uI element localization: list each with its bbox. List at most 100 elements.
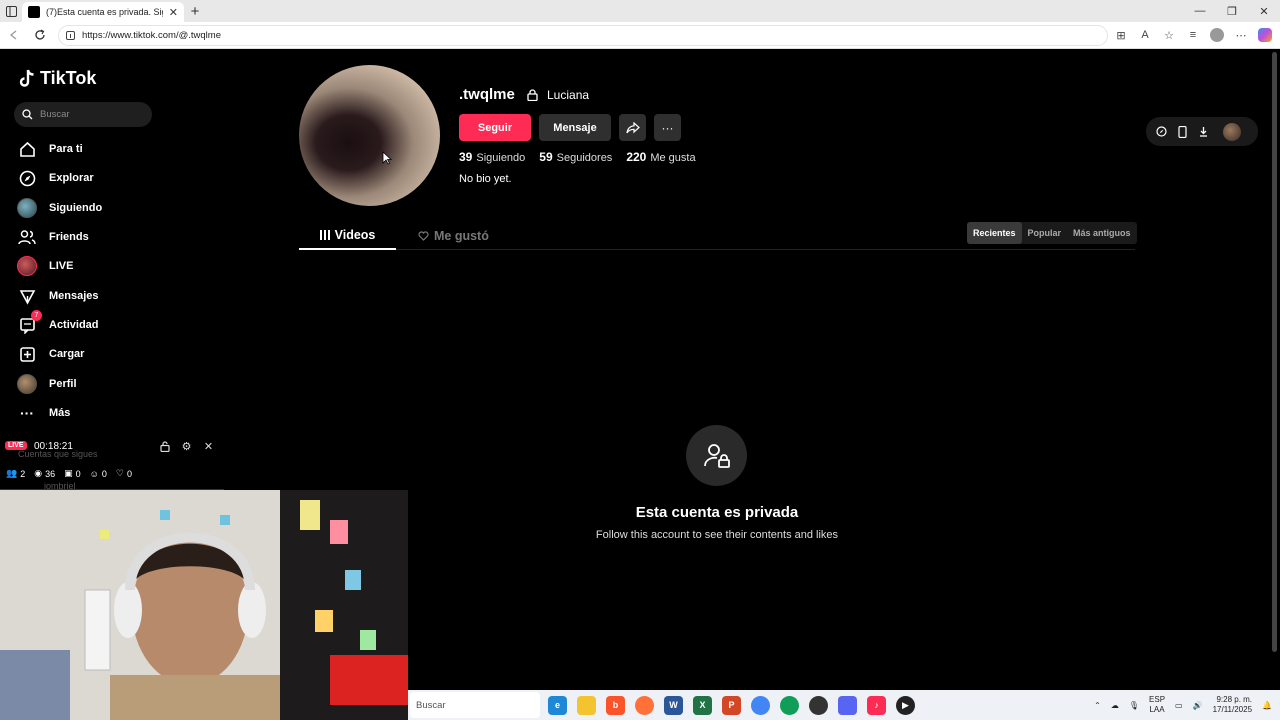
chrome-icon[interactable] bbox=[751, 695, 770, 715]
sidebar-item-mas[interactable]: ··· Más bbox=[17, 401, 70, 425]
copilot-icon[interactable] bbox=[1256, 26, 1274, 44]
firefox-icon[interactable] bbox=[635, 695, 654, 715]
sort-oldest-button[interactable]: Más antiguos bbox=[1067, 222, 1137, 244]
brave-icon[interactable]: b bbox=[606, 695, 625, 715]
page-scrollbar[interactable] bbox=[1272, 52, 1277, 652]
sidebar-item-cargar[interactable]: Cargar bbox=[17, 342, 84, 366]
likes-stat-live: ♡ 0 bbox=[116, 468, 132, 479]
taskbar-search-input[interactable]: Buscar bbox=[410, 692, 540, 718]
sidebar-item-friends[interactable]: Friends bbox=[17, 225, 89, 249]
sidebar-item-label: Actividad bbox=[49, 319, 99, 331]
people-icon: 👥 bbox=[6, 468, 18, 478]
live-badge: LIVE bbox=[5, 441, 27, 450]
sidebar-item-perfil[interactable]: Perfil bbox=[17, 372, 77, 396]
site-info-icon[interactable] bbox=[65, 30, 76, 41]
obs-icon[interactable] bbox=[809, 695, 828, 715]
webcam-image bbox=[0, 490, 408, 720]
discord-icon[interactable] bbox=[838, 695, 857, 715]
close-icon[interactable]: ✕ bbox=[203, 439, 214, 453]
viewers-stat: ◉ 36 bbox=[34, 468, 55, 479]
eye-icon: ◉ bbox=[34, 468, 43, 478]
edge-icon[interactable]: e bbox=[548, 695, 567, 715]
sidebar-toggle-icon[interactable] bbox=[0, 0, 22, 22]
sort-popular-button[interactable]: Popular bbox=[1022, 222, 1068, 244]
sidebar-item-para-ti[interactable]: Para ti bbox=[17, 137, 83, 161]
profile-avatar-icon[interactable] bbox=[1208, 26, 1226, 44]
media-player-icon[interactable]: ▶ bbox=[896, 695, 915, 715]
notifications-icon[interactable]: 🔔 bbox=[1262, 701, 1272, 710]
new-tab-button[interactable]: + bbox=[184, 3, 206, 20]
tab-videos[interactable]: Videos bbox=[299, 222, 396, 250]
share-button[interactable] bbox=[619, 114, 646, 141]
taskbar-apps: e b W X P ♪ ▶ bbox=[548, 695, 915, 715]
profile-avatar-large[interactable] bbox=[299, 65, 440, 206]
followers-label: Seguidores bbox=[556, 152, 613, 164]
compass-icon bbox=[17, 168, 37, 188]
close-window-button[interactable]: ✕ bbox=[1248, 0, 1280, 22]
tiktok-logo[interactable]: TikTok bbox=[18, 68, 96, 89]
clock[interactable]: 9:28 p. m. 17/11/2025 bbox=[1213, 695, 1252, 715]
user-avatar[interactable] bbox=[1223, 122, 1241, 141]
unlock-icon[interactable] bbox=[159, 439, 170, 453]
follow-button[interactable]: Seguir bbox=[459, 114, 531, 141]
volume-icon[interactable]: 🔊 bbox=[1193, 701, 1203, 710]
search-icon bbox=[22, 109, 33, 120]
more-options-button[interactable]: ··· bbox=[654, 114, 681, 141]
followers-stat[interactable]: 59 Seguidores bbox=[539, 150, 612, 164]
menu-dots-icon[interactable]: ⋯ bbox=[1232, 26, 1250, 44]
sort-recent-button[interactable]: Recientes bbox=[967, 222, 1022, 244]
sidebar-item-label: LIVE bbox=[49, 260, 74, 272]
browser-tab-active[interactable]: (7)Esta cuenta es privada. Sigue a ✕ bbox=[22, 2, 184, 22]
sort-group: Recientes Popular Más antiguos bbox=[967, 222, 1137, 244]
chrome-profile-icon[interactable] bbox=[780, 695, 799, 715]
message-button[interactable]: Mensaje bbox=[539, 114, 611, 141]
live-likes-count: 0 bbox=[126, 468, 132, 479]
back-button[interactable] bbox=[2, 23, 26, 47]
tab-liked[interactable]: Me gustó bbox=[418, 222, 489, 250]
share-user-icon: ☺ bbox=[89, 468, 99, 479]
powerpoint-icon[interactable]: P bbox=[722, 695, 741, 715]
apps-icon[interactable]: ⊞ bbox=[1112, 26, 1130, 44]
sidebar-item-mensajes[interactable]: Mensajes bbox=[17, 284, 99, 308]
url-field[interactable]: https://www.tiktok.com/@.twqlme bbox=[58, 24, 1108, 46]
sidebar-item-siguiendo[interactable]: Siguiendo bbox=[17, 196, 102, 220]
device-icon[interactable] bbox=[1175, 125, 1189, 139]
following-stat[interactable]: 39 Siguiendo bbox=[459, 150, 525, 164]
minimize-button[interactable]: — bbox=[1184, 0, 1216, 22]
profile-stats: 39 Siguiendo 59 Seguidores 220 Me gusta bbox=[459, 150, 696, 164]
sidebar-item-actividad[interactable]: 7 Actividad bbox=[17, 310, 99, 337]
participants-stat: 👥 2 bbox=[6, 468, 25, 479]
sidebar-item-live[interactable]: LIVE bbox=[17, 254, 73, 278]
search-input[interactable]: Buscar bbox=[14, 102, 152, 127]
url-text: https://www.tiktok.com/@.twqlme bbox=[82, 29, 221, 41]
maximize-button[interactable]: ❐ bbox=[1216, 0, 1248, 22]
sidebar-item-label: Cargar bbox=[49, 348, 85, 360]
sidebar-item-label: Perfil bbox=[49, 378, 77, 390]
sidebar-item-explorar[interactable]: Explorar bbox=[17, 166, 94, 190]
word-icon[interactable]: W bbox=[664, 695, 683, 715]
settings-gear-icon[interactable]: ⚙ bbox=[181, 439, 192, 453]
browser-toolbar-icons: ⊞ A ☆ ≡ ⋯ bbox=[1112, 26, 1274, 44]
file-explorer-icon[interactable] bbox=[577, 695, 596, 715]
microphone-icon[interactable]: 🎙 bbox=[1129, 701, 1139, 710]
download-icon[interactable] bbox=[1196, 125, 1210, 139]
favorite-star-icon[interactable]: ☆ bbox=[1160, 26, 1178, 44]
shares-count: 0 bbox=[101, 468, 107, 479]
home-icon bbox=[17, 139, 37, 159]
send-icon bbox=[17, 286, 37, 306]
heart-icon: ♡ bbox=[115, 468, 124, 478]
coins-icon[interactable] bbox=[1154, 125, 1168, 139]
monitor-icon[interactable]: ▭ bbox=[1175, 701, 1183, 710]
excel-icon[interactable]: X bbox=[693, 695, 712, 715]
language-indicator[interactable]: ESP LAA bbox=[1149, 695, 1165, 715]
favorites-icon[interactable]: ≡ bbox=[1184, 26, 1202, 44]
reload-button[interactable] bbox=[28, 23, 52, 47]
chevron-up-icon[interactable]: ⌃ bbox=[1094, 701, 1101, 710]
participants-count: 2 bbox=[20, 468, 26, 479]
tab-close-icon[interactable]: ✕ bbox=[169, 6, 178, 19]
read-aloud-icon[interactable]: A bbox=[1136, 26, 1154, 44]
tiktok-icon[interactable]: ♪ bbox=[867, 695, 886, 715]
sidebar-item-label: Siguiendo bbox=[49, 202, 103, 214]
onedrive-icon[interactable]: ☁ bbox=[1111, 701, 1119, 710]
sidebar-item-label: Explorar bbox=[49, 172, 94, 184]
